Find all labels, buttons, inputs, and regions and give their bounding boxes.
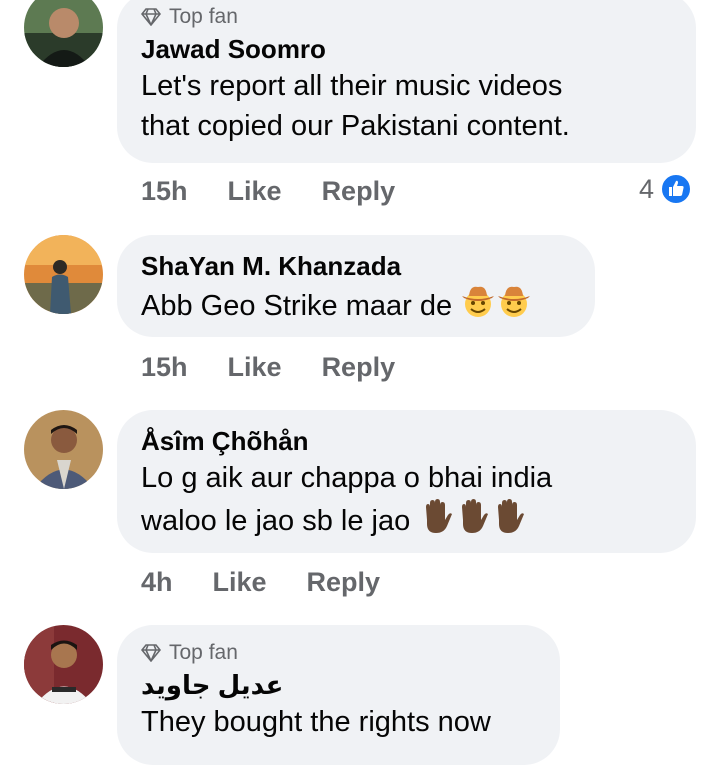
avatar[interactable] xyxy=(24,0,103,67)
comment-text: Abb Geo Strike maar de xyxy=(141,283,571,326)
reply-button[interactable]: Reply xyxy=(307,567,381,598)
badge-label: Top fan xyxy=(169,5,238,28)
raised-hand-emoji-icon xyxy=(498,499,525,533)
comment-bubble: Åsîm Çhõhån Lo g aik aur chappa o bhai i… xyxy=(117,410,696,553)
top-fan-badge: Top fan xyxy=(141,2,672,32)
comment-time[interactable]: 15h xyxy=(141,176,188,207)
comment-author[interactable]: Jawad Soomro xyxy=(141,32,672,66)
diamond-icon xyxy=(141,8,161,26)
avatar[interactable] xyxy=(24,410,103,489)
avatar[interactable] xyxy=(24,235,103,314)
raised-hand-emoji-icon xyxy=(426,499,453,533)
comment-text-line: waloo le jao sb le jao xyxy=(141,505,411,537)
comment-text-line: Lo g aik aur chappa o bhai india xyxy=(141,462,553,494)
comment-author[interactable]: ShaYan M. Khanzada xyxy=(141,249,571,283)
comment-text-line: They bought the rights now xyxy=(141,706,491,738)
comment-bubble: Top fan عديل جاويد They bought the right… xyxy=(117,625,560,765)
badge-label: Top fan xyxy=(169,641,238,664)
comment-bubble: ShaYan M. Khanzada Abb Geo Strike maar d… xyxy=(117,235,595,337)
comment-text-line: Let's report all their music videos xyxy=(141,70,563,102)
comment-actions: 15h Like Reply xyxy=(141,176,395,207)
comment-time[interactable]: 15h xyxy=(141,352,188,383)
top-fan-badge: Top fan xyxy=(141,638,536,668)
reaction-count: 4 xyxy=(639,173,655,204)
comment-actions: 15h Like Reply xyxy=(141,352,395,383)
comment-text: waloo le jao sb le jao xyxy=(141,498,672,541)
like-button[interactable]: Like xyxy=(228,352,282,383)
comment-author[interactable]: Åsîm Çhõhån xyxy=(141,424,672,458)
like-button[interactable]: Like xyxy=(228,176,282,207)
raised-hand-emoji-icon xyxy=(462,499,489,533)
comment-time[interactable]: 4h xyxy=(141,567,173,598)
reaction-summary[interactable]: 4 xyxy=(639,173,693,205)
diamond-icon xyxy=(141,644,161,662)
like-reaction-icon xyxy=(660,173,693,205)
avatar[interactable] xyxy=(24,625,103,704)
comment-actions: 4h Like Reply xyxy=(141,567,380,598)
comment-bubble: Top fan Jawad Soomro Let's report all th… xyxy=(117,0,696,163)
comment-author[interactable]: عديل جاويد xyxy=(141,668,536,702)
comment-text-line: Abb Geo Strike maar de xyxy=(141,290,453,322)
reply-button[interactable]: Reply xyxy=(322,176,396,207)
like-button[interactable]: Like xyxy=(213,567,267,598)
cowboy-face-emoji-icon xyxy=(498,286,531,317)
reply-button[interactable]: Reply xyxy=(322,352,396,383)
comment-text-line: that copied our Pakistani content. xyxy=(141,110,570,142)
cowboy-face-emoji-icon xyxy=(462,286,495,317)
